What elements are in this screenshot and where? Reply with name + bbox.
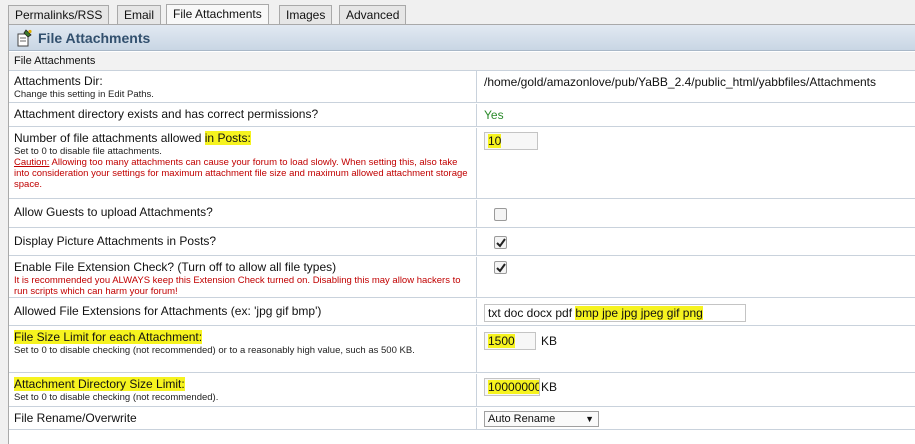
- row-extension-check: Enable File Extension Check? (Turn off t…: [9, 257, 915, 298]
- chevron-down-icon: ▼: [585, 414, 594, 424]
- display-pictures-label: Display Picture Attachments in Posts?: [14, 234, 217, 248]
- file-rename-label: File Rename/Overwrite: [14, 411, 137, 425]
- dir-size-limit-desc: Set to 0 to disable checking (not recomm…: [14, 392, 219, 403]
- file-size-unit: KB: [541, 334, 558, 348]
- extension-check-label: Enable File Extension Check? (Turn off t…: [14, 260, 337, 274]
- row-allowed-extensions: Allowed File Extensions for Attachments …: [9, 299, 915, 326]
- display-pictures-checkbox[interactable]: [494, 236, 507, 249]
- row-display-pictures: Display Picture Attachments in Posts?: [9, 229, 915, 256]
- caution-word: Caution:: [14, 157, 50, 168]
- row-guest-upload: Allow Guests to upload Attachments?: [9, 200, 915, 228]
- tab-images[interactable]: Images: [279, 5, 333, 25]
- file-rename-select[interactable]: Auto Rename ▼: [484, 411, 599, 427]
- dir-exists-label: Attachment directory exists and has corr…: [14, 107, 319, 121]
- tab-permalinks-rss[interactable]: Permalinks/RSS: [8, 5, 110, 25]
- num-attachments-input[interactable]: 10: [484, 132, 538, 150]
- dir-size-limit-input[interactable]: 10000000: [484, 378, 540, 396]
- tab-file-attachments[interactable]: File Attachments: [166, 4, 269, 25]
- caution-text: Allowing too many attachments can cause …: [14, 157, 468, 190]
- panel-title-bar: File Attachments: [9, 25, 915, 51]
- panel-title: File Attachments: [38, 30, 151, 46]
- row-file-size-limit: File Size Limit for each Attachment: Set…: [9, 327, 915, 373]
- extension-check-warning: It is recommended you ALWAYS keep this E…: [14, 275, 461, 297]
- tab-email[interactable]: Email: [117, 5, 162, 25]
- panel-subtitle: File Attachments: [9, 52, 915, 71]
- row-file-rename: File Rename/Overwrite Auto Rename ▼: [9, 408, 915, 430]
- file-size-limit-label: File Size Limit for each Attachment:: [14, 330, 203, 344]
- row-num-attachments: Number of file attachments allowed in Po…: [9, 128, 915, 199]
- allowed-extensions-label: Allowed File Extensions for Attachments …: [14, 304, 322, 318]
- num-attachments-caution: Caution: Allowing too many attachments c…: [14, 157, 469, 190]
- dir-size-unit: KB: [541, 380, 558, 394]
- dir-size-limit-label: Attachment Directory Size Limit:: [14, 377, 185, 391]
- extension-check-checkbox[interactable]: [494, 261, 507, 274]
- check-icon: [496, 238, 506, 248]
- file-size-limit-desc: Set to 0 to disable checking (not recomm…: [14, 345, 415, 356]
- row-attachments-dir: Attachments Dir: Change this setting in …: [9, 71, 915, 103]
- settings-panel: File Attachments File Attachments Attach…: [8, 24, 915, 444]
- attachments-dir-desc: Change this setting in Edit Paths.: [14, 89, 154, 100]
- tab-bar: Permalinks/RSS Email File Attachments Im…: [0, 0, 915, 25]
- num-attachments-desc: Set to 0 to disable file attachments.: [14, 146, 162, 157]
- attachment-settings-icon: [15, 29, 33, 47]
- attachments-dir-label: Attachments Dir:: [14, 74, 103, 88]
- dir-exists-value: Yes: [484, 108, 504, 122]
- allowed-extensions-input[interactable]: txt doc docx pdf bmp jpe jpg jpeg gif pn…: [484, 304, 746, 322]
- tab-advanced[interactable]: Advanced: [339, 5, 407, 25]
- row-dir-exists: Attachment directory exists and has corr…: [9, 104, 915, 127]
- num-attachments-label: Number of file attachments allowed: [14, 131, 205, 145]
- num-attachments-label-highlight: in Posts:: [204, 131, 251, 145]
- attachments-dir-value: /home/gold/amazonlove/pub/YaBB_2.4/publi…: [484, 75, 877, 89]
- file-size-limit-input[interactable]: 1500: [484, 332, 536, 350]
- guest-upload-checkbox[interactable]: [494, 208, 507, 221]
- guest-upload-label: Allow Guests to upload Attachments?: [14, 205, 213, 219]
- row-dir-size-limit: Attachment Directory Size Limit: Set to …: [9, 374, 915, 407]
- check-icon: [496, 263, 506, 273]
